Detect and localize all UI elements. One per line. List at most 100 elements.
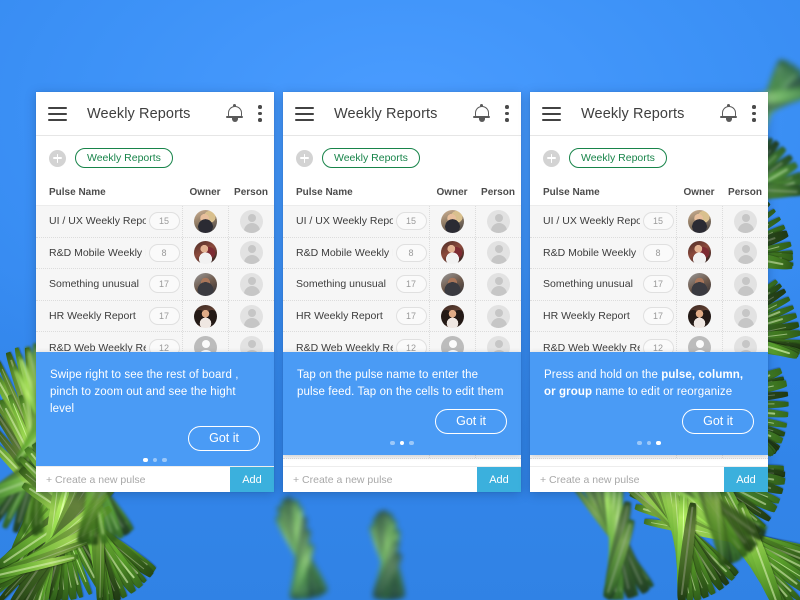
person-avatar[interactable] [734,210,757,233]
person-avatar[interactable] [487,210,510,233]
owner-avatar[interactable] [441,241,464,264]
hamburger-icon[interactable] [48,107,67,121]
person-avatar[interactable] [734,305,757,328]
row-pulse-name[interactable]: Something unusual [530,278,640,290]
bell-icon[interactable] [720,105,737,123]
person-cell[interactable] [475,206,521,237]
owner-cell[interactable] [429,301,475,332]
owner-avatar[interactable] [688,273,711,296]
column-header-owner[interactable]: Owner [182,187,228,198]
person-avatar[interactable] [487,305,510,328]
person-cell[interactable] [228,301,274,332]
table-row[interactable]: Something unusual 17 [530,269,768,301]
create-pulse-input[interactable] [530,467,724,492]
table-row[interactable]: Something unusual 17 [283,269,521,301]
row-count-badge[interactable]: 8 [396,244,427,262]
pagination-dot[interactable] [153,458,158,463]
table-row[interactable]: HR Weekly Report 17 [283,301,521,333]
row-pulse-name[interactable]: R&D Mobile Weekly Report [530,247,640,259]
plus-circle-icon[interactable] [296,150,313,167]
row-pulse-name[interactable]: HR Weekly Report [530,310,640,322]
owner-cell[interactable] [182,238,228,269]
row-count-badge[interactable]: 17 [396,307,427,325]
table-row[interactable]: HR Weekly Report 17 [36,301,274,333]
owner-cell[interactable] [676,269,722,300]
owner-avatar[interactable] [688,210,711,233]
column-header-owner[interactable]: Owner [676,187,722,198]
owner-avatar[interactable] [441,305,464,328]
owner-cell[interactable] [676,206,722,237]
person-avatar[interactable] [734,273,757,296]
row-pulse-name[interactable]: HR Weekly Report [36,310,146,322]
plus-circle-icon[interactable] [49,150,66,167]
column-header-pulse-name[interactable]: Pulse Name [543,187,676,198]
owner-avatar[interactable] [194,210,217,233]
person-cell[interactable] [475,238,521,269]
pagination-dot[interactable] [162,458,167,463]
column-header-person[interactable]: Person [228,187,274,198]
owner-cell[interactable] [429,238,475,269]
column-header-person[interactable]: Person [722,187,768,198]
owner-avatar[interactable] [194,241,217,264]
row-pulse-name[interactable]: Something unusual [283,278,393,290]
row-count-badge[interactable]: 17 [643,307,674,325]
row-pulse-name[interactable]: Something unusual [36,278,146,290]
row-pulse-name[interactable]: UI / UX Weekly Reports [283,215,393,227]
pagination-dot[interactable] [637,441,642,446]
kebab-menu-icon[interactable] [258,105,262,122]
row-count-badge[interactable]: 15 [396,212,427,230]
owner-avatar[interactable] [194,273,217,296]
table-row[interactable]: R&D Mobile Weekly Report8 [530,238,768,270]
row-pulse-name[interactable]: UI / UX Weekly Reports [36,215,146,227]
owner-avatar[interactable] [688,305,711,328]
pagination-dot[interactable] [400,441,405,446]
pagination-dot[interactable] [390,441,395,446]
table-row[interactable]: UI / UX Weekly Reports15 [530,206,768,238]
owner-cell[interactable] [182,301,228,332]
row-count-badge[interactable]: 8 [643,244,674,262]
person-avatar[interactable] [240,210,263,233]
owner-cell[interactable] [182,206,228,237]
person-avatar[interactable] [240,273,263,296]
owner-cell[interactable] [676,238,722,269]
row-count-badge[interactable]: 15 [149,212,180,230]
table-row[interactable]: R&D Mobile Weekly Report8 [283,238,521,270]
row-count-badge[interactable]: 8 [149,244,180,262]
person-cell[interactable] [475,301,521,332]
owner-avatar[interactable] [194,305,217,328]
bell-icon[interactable] [473,105,490,123]
owner-cell[interactable] [676,301,722,332]
person-cell[interactable] [475,269,521,300]
person-cell[interactable] [228,238,274,269]
row-count-badge[interactable]: 17 [396,275,427,293]
hamburger-icon[interactable] [542,107,561,121]
person-avatar[interactable] [487,273,510,296]
pagination-dot[interactable] [409,441,414,446]
owner-avatar[interactable] [441,210,464,233]
person-avatar[interactable] [240,305,263,328]
row-pulse-name[interactable]: R&D Mobile Weekly Report [283,247,393,259]
person-cell[interactable] [722,269,768,300]
plus-circle-icon[interactable] [543,150,560,167]
row-count-badge[interactable]: 17 [149,275,180,293]
owner-avatar[interactable] [688,241,711,264]
got-it-button[interactable]: Got it [682,409,754,434]
person-cell[interactable] [722,206,768,237]
table-row[interactable]: UI / UX Weekly Reports15 [283,206,521,238]
person-cell[interactable] [722,301,768,332]
owner-cell[interactable] [429,269,475,300]
person-avatar[interactable] [734,241,757,264]
pagination-dot[interactable] [143,458,148,463]
table-row[interactable]: R&D Mobile Weekly Report8 [36,238,274,270]
create-pulse-input[interactable] [36,467,230,492]
board-chip[interactable]: Weekly Reports [322,148,420,169]
column-header-pulse-name[interactable]: Pulse Name [296,187,429,198]
table-row[interactable]: HR Weekly Report 17 [530,301,768,333]
column-header-pulse-name[interactable]: Pulse Name [49,187,182,198]
board-chip[interactable]: Weekly Reports [75,148,173,169]
table-row[interactable]: Something unusual 17 [36,269,274,301]
hamburger-icon[interactable] [295,107,314,121]
row-count-badge[interactable]: 15 [643,212,674,230]
add-button[interactable]: Add [724,467,768,492]
kebab-menu-icon[interactable] [752,105,756,122]
